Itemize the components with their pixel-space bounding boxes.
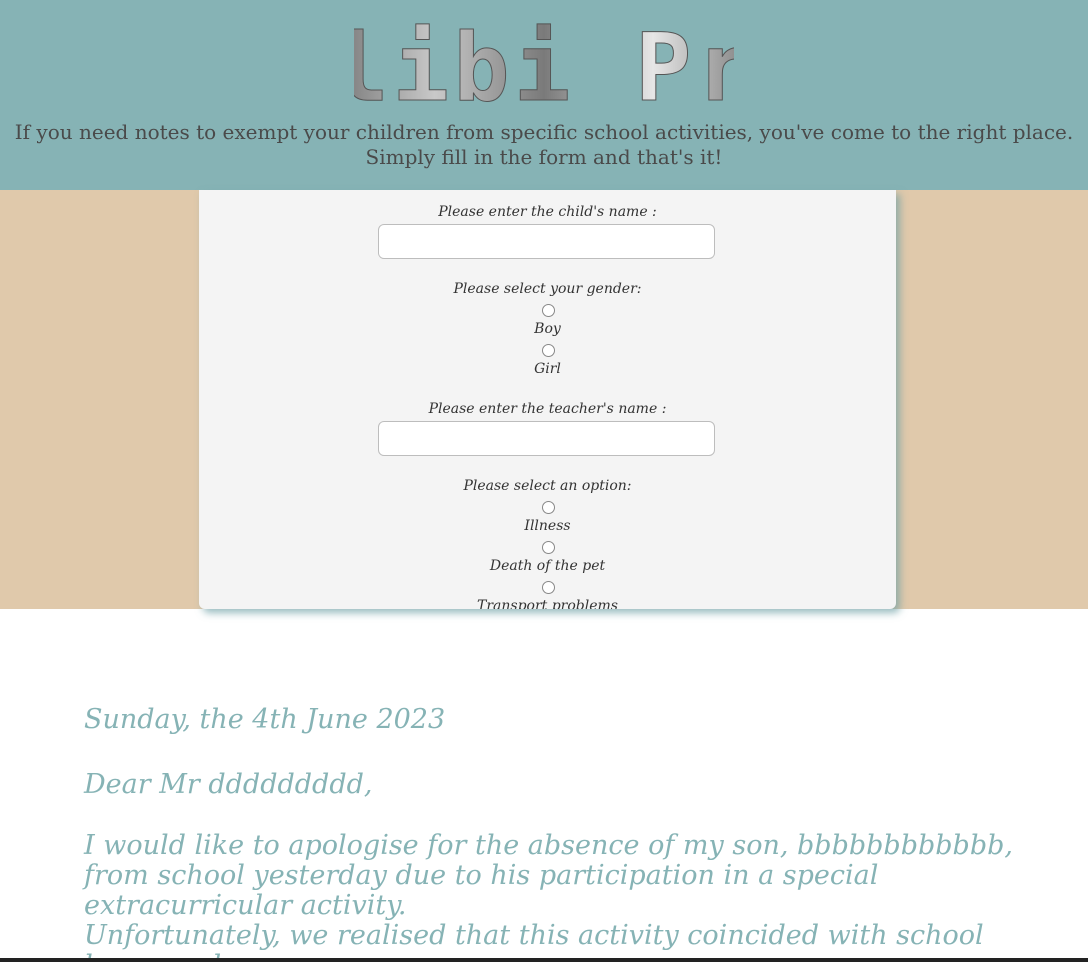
letter-paragraph-2: Unfortunately, we realised that this act…: [84, 920, 984, 962]
logo-text: Alibi Pro: [354, 14, 734, 112]
option-illness-label: Illness: [524, 518, 571, 534]
child-name-input[interactable]: [378, 224, 715, 259]
alibi-form: Please enter the child's name : Please s…: [199, 190, 896, 609]
gender-boy-label: Boy: [534, 321, 561, 337]
option-label: Please select an option:: [463, 478, 632, 494]
option-transport-label: Transport problems: [476, 598, 618, 609]
teacher-name-label: Please enter the teacher's name :: [428, 401, 667, 417]
option-pet-label: Death of the pet: [489, 558, 606, 574]
letter-greeting: Dear Mr ddddddddd,: [84, 769, 373, 800]
child-name-label: Please enter the child's name :: [438, 204, 657, 220]
page-header: Alibi Pro If you need notes to exempt yo…: [0, 0, 1088, 190]
logo-graphic: Alibi Pro: [354, 14, 734, 113]
gender-girl-radio[interactable]: [542, 344, 555, 357]
teacher-name-input[interactable]: [378, 421, 715, 456]
gender-girl-label: Girl: [534, 361, 561, 377]
option-illness-radio[interactable]: [542, 501, 555, 514]
window-bottom-edge: [0, 958, 1088, 962]
letter-date: Sunday, the 4th June 2023: [84, 704, 446, 735]
letter-paragraph-1: I would like to apologise for the absenc…: [84, 830, 1013, 921]
option-transport-radio[interactable]: [542, 581, 555, 594]
option-pet-radio[interactable]: [542, 541, 555, 554]
gender-boy-radio[interactable]: [542, 304, 555, 317]
intro-text: If you need notes to exempt your childre…: [14, 120, 1074, 169]
logo: Alibi Pro: [0, 12, 1088, 113]
gender-label: Please select your gender:: [453, 281, 642, 297]
